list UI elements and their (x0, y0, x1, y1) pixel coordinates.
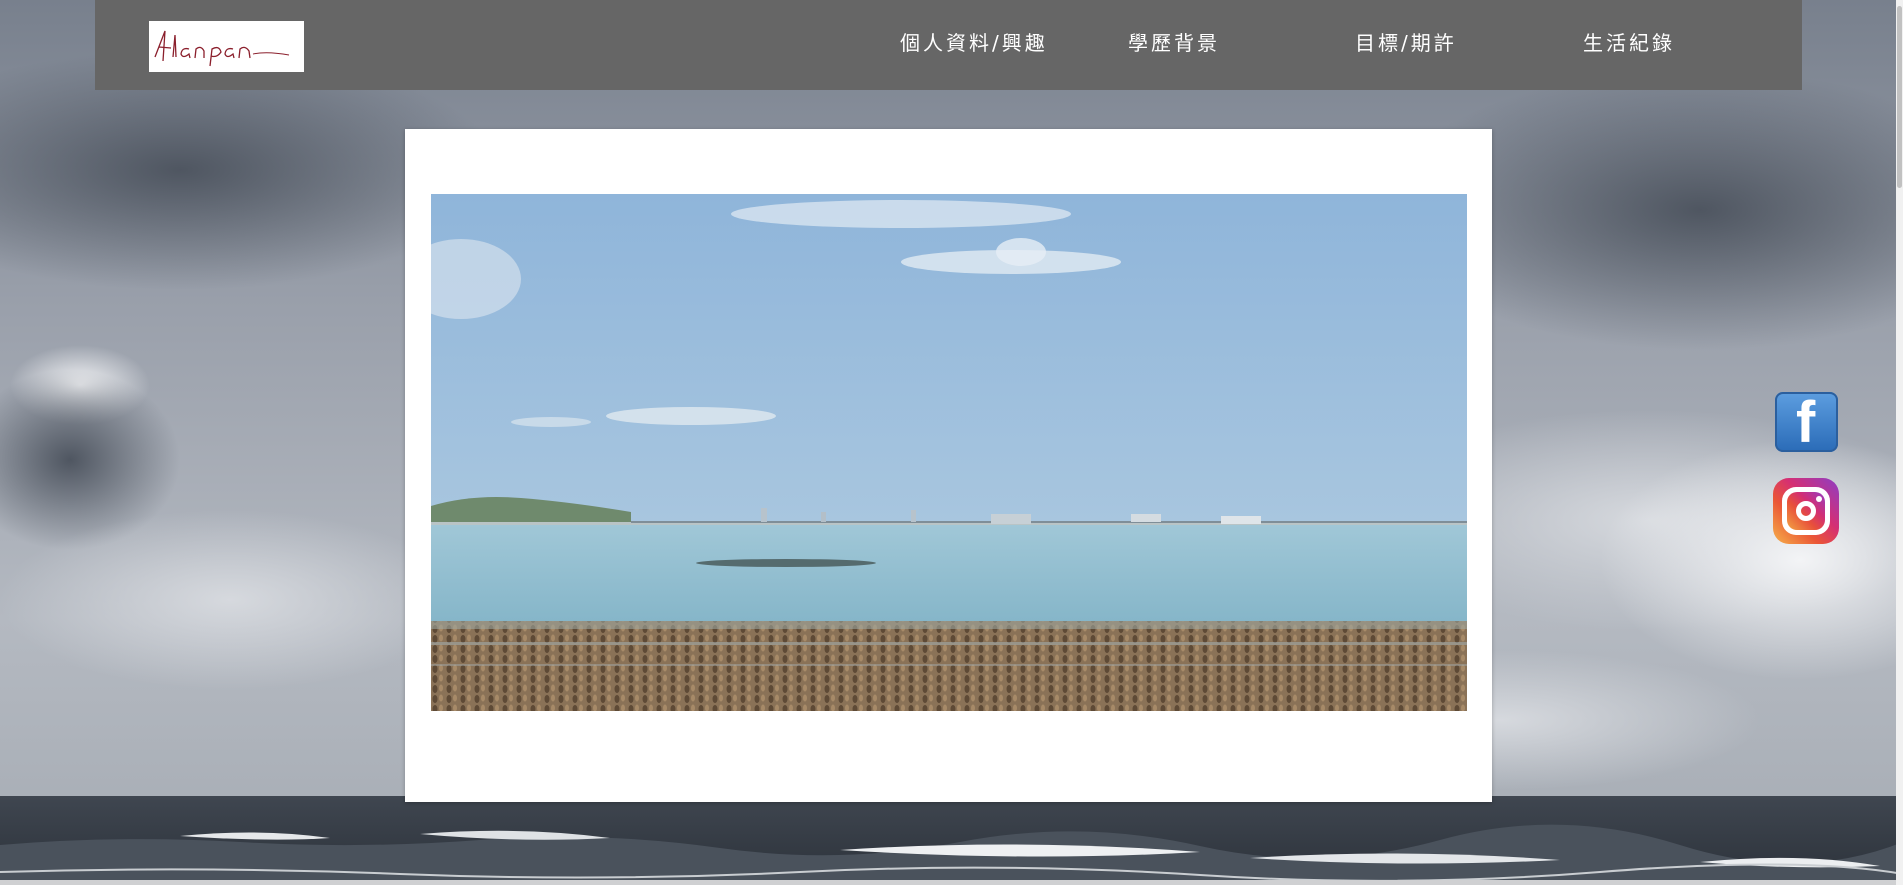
nav-item-education[interactable]: 學歷背景 (1128, 29, 1220, 57)
content-card (405, 129, 1492, 802)
instagram-icon (1782, 487, 1830, 535)
coastal-photo (431, 194, 1467, 711)
nav-item-life-records[interactable]: 生活紀錄 (1583, 29, 1675, 57)
logo-signature-image (154, 30, 290, 67)
scrollbar-thumb[interactable] (1897, 6, 1902, 188)
instagram-link[interactable] (1773, 478, 1839, 544)
site-logo[interactable] (149, 21, 304, 72)
site-header: 個人資料/興趣 學歷背景 目標/期許 生活紀錄 (95, 0, 1802, 90)
facebook-link[interactable]: f (1775, 390, 1838, 455)
vertical-scrollbar[interactable] (1896, 0, 1903, 885)
page: 個人資料/興趣 學歷背景 目標/期許 生活紀錄 f (0, 0, 1903, 885)
page-bottom-edge (0, 880, 1896, 885)
nav-item-goals[interactable]: 目標/期許 (1355, 29, 1457, 57)
facebook-icon: f (1796, 390, 1816, 455)
nav-item-profile-interests[interactable]: 個人資料/興趣 (900, 29, 1048, 57)
